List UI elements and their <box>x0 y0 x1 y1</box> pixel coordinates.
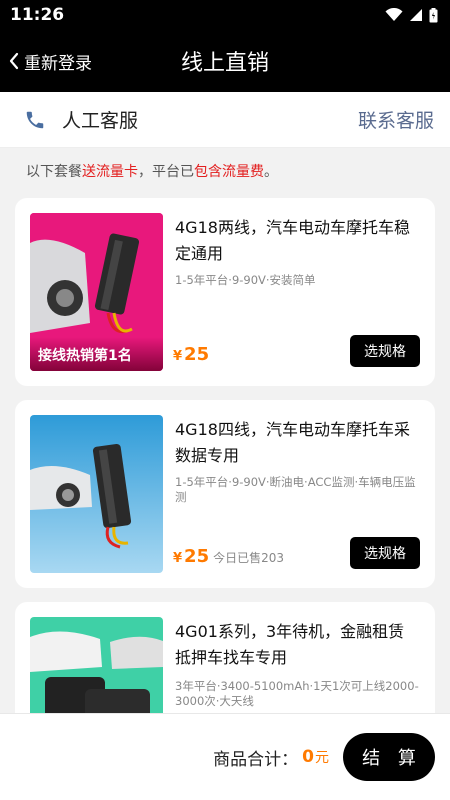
product-card[interactable]: 接线热销第1名 4G18两线，汽车电动车摩托车稳定通用 1-5年平台·9-90V… <box>15 198 435 386</box>
product-price: ¥ 25 今日已售203 <box>173 546 284 567</box>
nav-bar: 重新登录 线上直销 <box>0 30 450 92</box>
signal-icon <box>410 9 422 21</box>
product-card[interactable]: 4G18四线，汽车电动车摩托车采数据专用 1-5年平台·9-90V·断油电·AC… <box>15 400 435 588</box>
product-desc: 1-5年平台·9-90V·安装简单 <box>175 273 316 287</box>
total-unit: 元 <box>315 750 329 766</box>
select-spec-button[interactable]: 选规格 <box>350 335 420 367</box>
wifi-icon <box>385 8 403 21</box>
contact-service-link[interactable]: 联系客服 <box>358 106 434 133</box>
hot-sale-badge: 接线热销第1名 <box>30 337 163 371</box>
product-title: 4G18两线，汽车电动车摩托车稳定通用 <box>175 218 410 263</box>
product-title: 4G18四线，汽车电动车摩托车采数据专用 <box>175 420 410 465</box>
battery-icon <box>429 7 438 22</box>
service-bar: 人工客服 联系客服 <box>0 92 450 148</box>
product-image: 接线热销第1名 <box>30 213 163 371</box>
product-desc: 3年平台·3400-5100mAh·1天1次可上线2000-3000次·大天线 <box>175 679 419 708</box>
product-image <box>30 415 163 573</box>
status-bar: 11:26 <box>0 0 450 30</box>
price-symbol: ¥ <box>173 349 183 364</box>
price-symbol: ¥ <box>173 551 183 566</box>
back-label: 重新登录 <box>24 53 92 74</box>
price-value: 25 <box>184 546 210 567</box>
total-value: 0 <box>302 747 314 767</box>
back-button[interactable]: 重新登录 <box>0 49 92 74</box>
notice-part: 以下套餐 <box>26 164 82 180</box>
status-time: 11:26 <box>10 5 65 25</box>
notice-highlight: 送流量卡 <box>82 164 138 180</box>
notice-part: 。 <box>264 164 278 180</box>
product-desc: 1-5年平台·9-90V·断油电·ACC监测·车辆电压监测 <box>175 475 416 504</box>
phone-icon <box>26 111 44 128</box>
product-title: 4G01系列，3年待机，金融租赁抵押车找车专用 <box>175 622 405 667</box>
notice-part: ，平台已 <box>138 164 194 180</box>
service-label: 人工客服 <box>62 110 139 132</box>
sold-count: 今日已售203 <box>213 551 285 565</box>
product-price: ¥ 25 <box>173 344 209 365</box>
chevron-left-icon <box>9 52 19 70</box>
notice-text: 以下套餐 送流量卡 ，平台已 包含流量费。 <box>0 148 450 194</box>
checkout-bar: 商品合计： 0 元 结 算 <box>0 713 450 800</box>
status-icons <box>385 7 438 23</box>
price-value: 25 <box>184 344 210 365</box>
checkout-button[interactable]: 结 算 <box>343 733 435 781</box>
total-label: 商品合计： <box>213 749 299 770</box>
notice-highlight: 包含流量费 <box>194 164 264 180</box>
select-spec-button[interactable]: 选规格 <box>350 537 420 569</box>
